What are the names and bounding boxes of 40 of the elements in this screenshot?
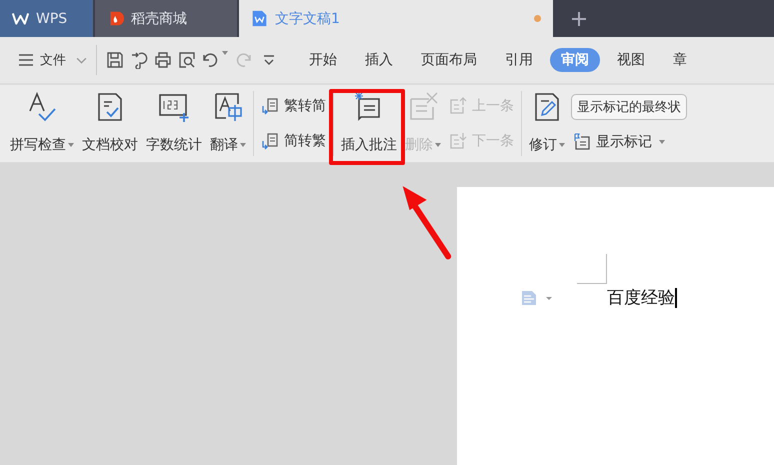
unsaved-dot (534, 15, 541, 22)
ribbon-tab[interactable]: 开始 (298, 48, 348, 72)
undo-icon[interactable] (202, 51, 220, 69)
ribbon-tab[interactable]: 插入 (354, 48, 404, 72)
delete-comment-icon (407, 91, 439, 123)
ribbon-tab[interactable]: 页面布局 (410, 48, 488, 72)
to-trad-button[interactable]: 简转繁 (259, 130, 328, 152)
up-arrow-document-icon (449, 97, 467, 116)
ribbon-tab[interactable]: 章 (662, 48, 698, 72)
new-tab-icon[interactable] (571, 10, 587, 26)
translate-button[interactable]: 翻译 (208, 85, 248, 162)
ribbon-tab[interactable]: 引用 (494, 48, 544, 72)
document-text: 百度经验 (607, 287, 675, 309)
comment-button[interactable]: 插入批注 (339, 85, 399, 162)
file-menu[interactable]: 文件 (40, 51, 66, 69)
spell-button[interactable]: 拼写检查 (8, 85, 76, 162)
translate-icon (212, 91, 244, 123)
down-arrow-document-icon (449, 132, 467, 150)
title-tab[interactable]: 稻壳商城 (95, 0, 239, 37)
ribbon-tab[interactable]: 视图 (606, 48, 656, 72)
margin-corner-mark (577, 254, 607, 284)
markup-button[interactable]: 显示标记 (571, 130, 687, 153)
markup-mode-select[interactable]: 显示标记的最终状 (571, 94, 687, 120)
menu-icon[interactable] (18, 54, 34, 66)
convert-icon (261, 132, 279, 150)
count-button[interactable]: 字数统计 (144, 85, 204, 162)
to-simple-button[interactable]: 繁转简 (259, 95, 328, 118)
convert-icon (261, 97, 279, 116)
format-painter-icon[interactable] (130, 51, 148, 69)
document-logo-icon (251, 10, 268, 27)
save-icon[interactable] (106, 51, 124, 69)
word-count-icon (158, 91, 190, 123)
dropdown-caret-icon[interactable] (222, 51, 228, 55)
proof-button[interactable]: 文档校对 (80, 85, 140, 162)
print-preview-icon[interactable] (178, 51, 196, 69)
title-tab[interactable]: WPS (0, 0, 95, 37)
markup-icon (573, 132, 591, 151)
print-icon[interactable] (154, 51, 172, 69)
revise-button[interactable]: 修订 (527, 85, 567, 162)
wps-logo-icon (12, 10, 29, 27)
